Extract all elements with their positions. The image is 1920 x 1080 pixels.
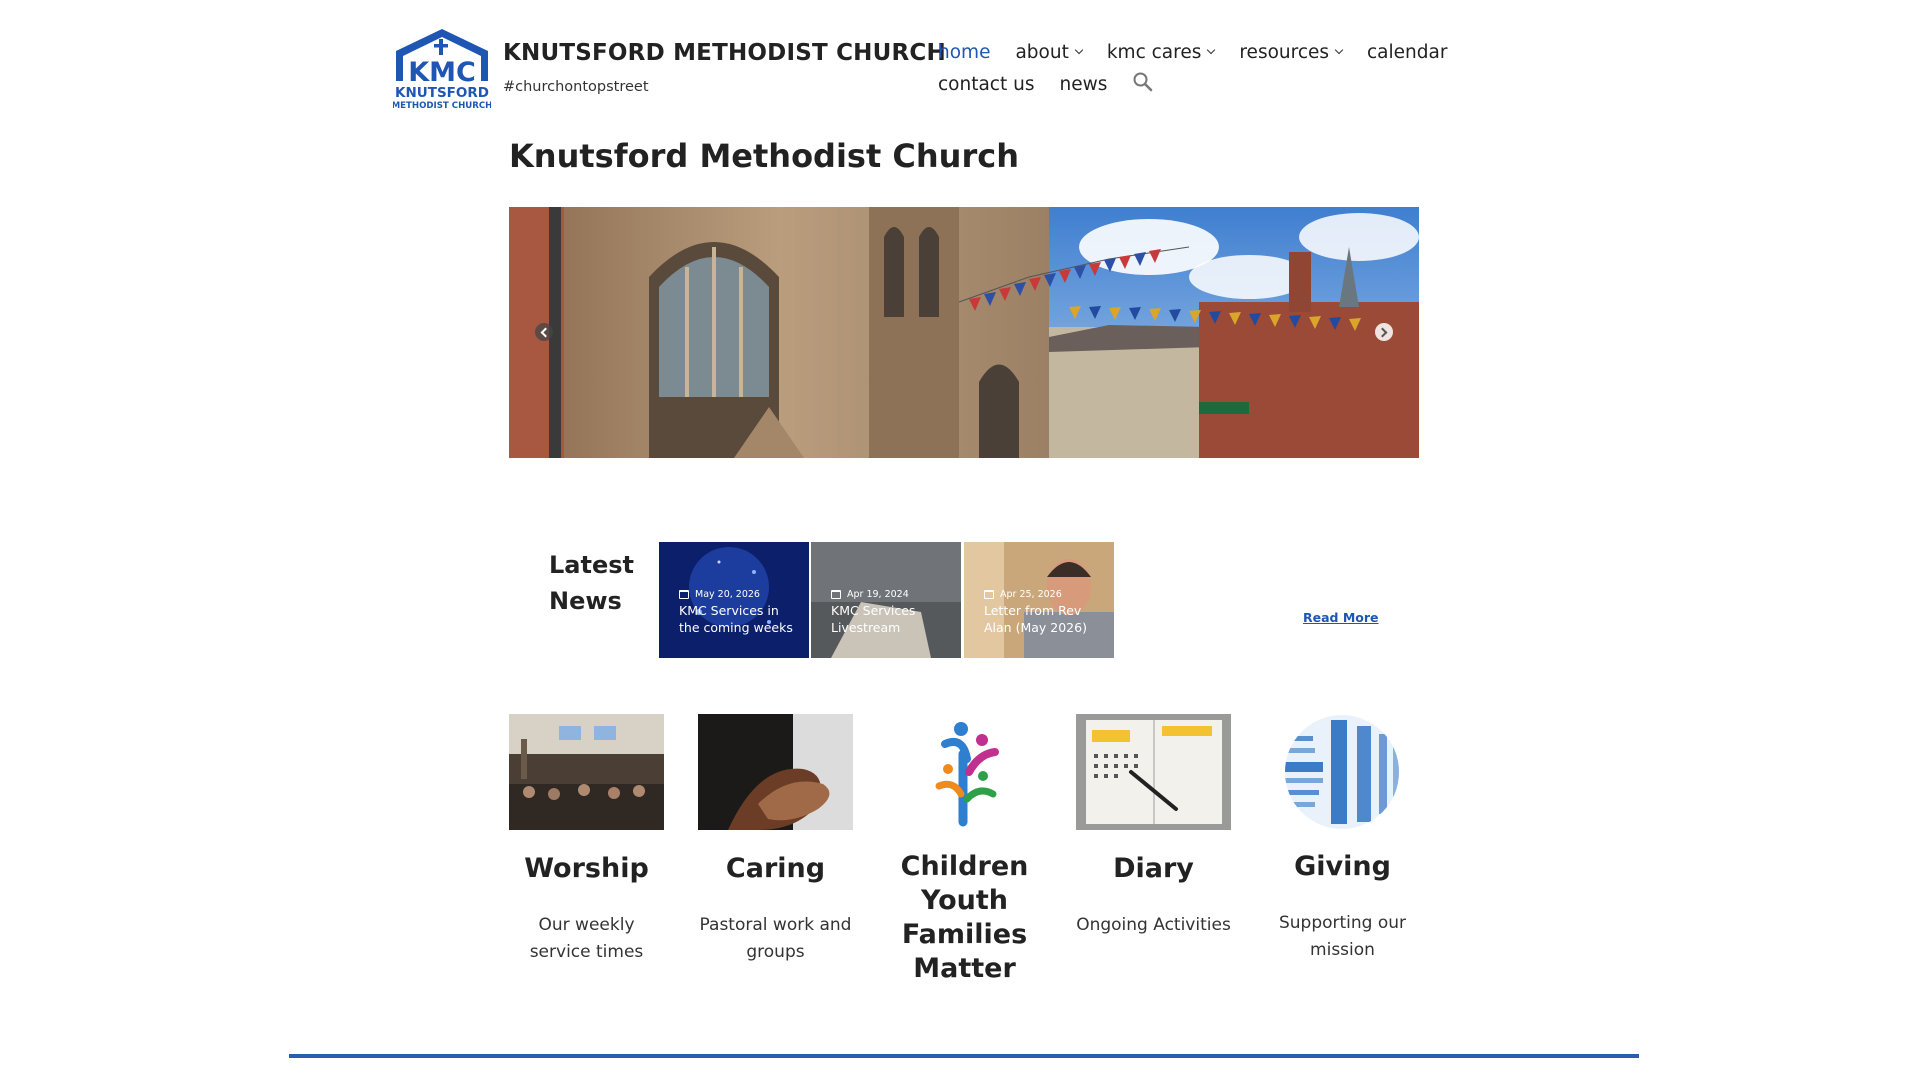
news-meta: Apr 25, 2026 Letter from Rev Alan (May 2…: [984, 589, 1104, 636]
nav-item-calendar[interactable]: calendar: [1367, 42, 1447, 63]
feature-title: Diary: [1113, 853, 1194, 884]
feature-worship[interactable]: Worship Our weekly service times: [509, 714, 664, 966]
feature-desc: Our weekly service times: [529, 915, 644, 962]
news-date: Apr 19, 2024: [831, 589, 951, 600]
nav-label: contact us: [938, 73, 1035, 95]
nav-label: resources: [1239, 41, 1330, 63]
feature-diary[interactable]: Diary Ongoing Activities: [1076, 714, 1231, 939]
kmc-logo-graphic: KMC KNUTSFORD METHODIST CHURCH: [392, 29, 492, 111]
news-card[interactable]: May 20, 2026 KMC Services in the coming …: [659, 542, 809, 658]
feature-caring[interactable]: Caring Pastoral work and groups: [698, 714, 853, 966]
feature-desc: Ongoing Activities: [1076, 915, 1231, 935]
site-title[interactable]: KNUTSFORD METHODIST CHURCH: [503, 40, 946, 66]
nav-label: about: [1015, 41, 1069, 63]
feature-title: Children Youth Families Matter: [900, 851, 1029, 984]
page-title: Knutsford Methodist Church: [509, 137, 1019, 175]
news-date: Apr 25, 2026: [984, 589, 1104, 600]
calendar-icon: [831, 590, 841, 599]
calendar-icon: [984, 590, 994, 599]
nav-row-1: home about kmc cares resources calendar: [938, 36, 1458, 68]
news-date-text: May 20, 2026: [695, 589, 760, 600]
slider-prev-button[interactable]: [535, 323, 553, 341]
nav-item-contact-us[interactable]: contact us: [938, 74, 1034, 95]
logo-kmc-text: KMC: [408, 57, 476, 88]
nav-label: kmc cares: [1106, 41, 1202, 63]
caring-image: [698, 714, 853, 830]
news-date-text: Apr 25, 2026: [1000, 589, 1062, 600]
logo-knutsford-text: KNUTSFORD: [395, 85, 489, 101]
news-date: May 20, 2026: [679, 589, 799, 600]
news-meta: Apr 19, 2024 KMC Services Livestream: [831, 589, 951, 636]
feature-desc: Supporting our mission: [1278, 913, 1407, 960]
feature-title: Giving: [1294, 851, 1391, 882]
feature-desc: Pastoral work and groups: [699, 915, 852, 962]
nav-item-home[interactable]: home: [938, 42, 990, 63]
news-date-text: Apr 19, 2024: [847, 589, 909, 600]
latest-news-heading: Latest News: [549, 551, 634, 615]
diary-image: [1076, 714, 1231, 830]
slider-next-button[interactable]: [1375, 323, 1393, 341]
worship-image: [509, 714, 664, 830]
nav-label: news: [1059, 73, 1108, 95]
logo-methodist-text: METHODIST CHURCH: [393, 101, 491, 111]
hero-slider[interactable]: [509, 207, 1419, 458]
nav-item-about[interactable]: about: [1015, 41, 1084, 63]
footer-divider: [289, 1054, 1639, 1058]
news-card[interactable]: Apr 25, 2026 Letter from Rev Alan (May 2…: [964, 542, 1114, 658]
nav-item-resources[interactable]: resources: [1239, 41, 1344, 63]
site-logo[interactable]: KMC KNUTSFORD METHODIST CHURCH: [392, 29, 492, 111]
feature-children-youth-families[interactable]: Children Youth Families Matter: [887, 714, 1042, 986]
nav-row-2: contact us news: [938, 68, 1458, 100]
nav-item-kmc-cares[interactable]: kmc cares: [1106, 41, 1216, 63]
nav-item-news[interactable]: news: [1059, 74, 1107, 95]
site-tagline: #churchontopstreet: [503, 79, 649, 95]
chevron-down-icon: [1207, 45, 1216, 55]
nav-label: home: [938, 41, 991, 63]
news-card[interactable]: Apr 19, 2024 KMC Services Livestream: [811, 542, 961, 658]
church-photo: [509, 207, 1419, 458]
giving-word-cloud-image: [1265, 714, 1420, 830]
family-figures-icon: [887, 714, 1042, 830]
search-button[interactable]: [1132, 71, 1154, 93]
read-more-link[interactable]: Read More: [1303, 610, 1379, 625]
chevron-down-icon: [1074, 45, 1084, 55]
feature-title: Worship: [524, 853, 649, 884]
news-meta: May 20, 2026 KMC Services in the coming …: [679, 589, 799, 636]
nav-label: calendar: [1367, 41, 1448, 63]
feature-giving[interactable]: Giving Supporting our mission: [1265, 714, 1420, 964]
feature-title: Caring: [725, 853, 826, 884]
chevron-down-icon: [1334, 45, 1344, 55]
news-title: KMC Services in the coming weeks: [679, 603, 793, 635]
main-navigation: home about kmc cares resources calendar …: [938, 36, 1458, 100]
news-title: Letter from Rev Alan (May 2026): [984, 603, 1087, 635]
calendar-icon: [679, 590, 689, 599]
news-title: KMC Services Livestream: [831, 603, 916, 635]
search-icon: [1133, 72, 1153, 92]
